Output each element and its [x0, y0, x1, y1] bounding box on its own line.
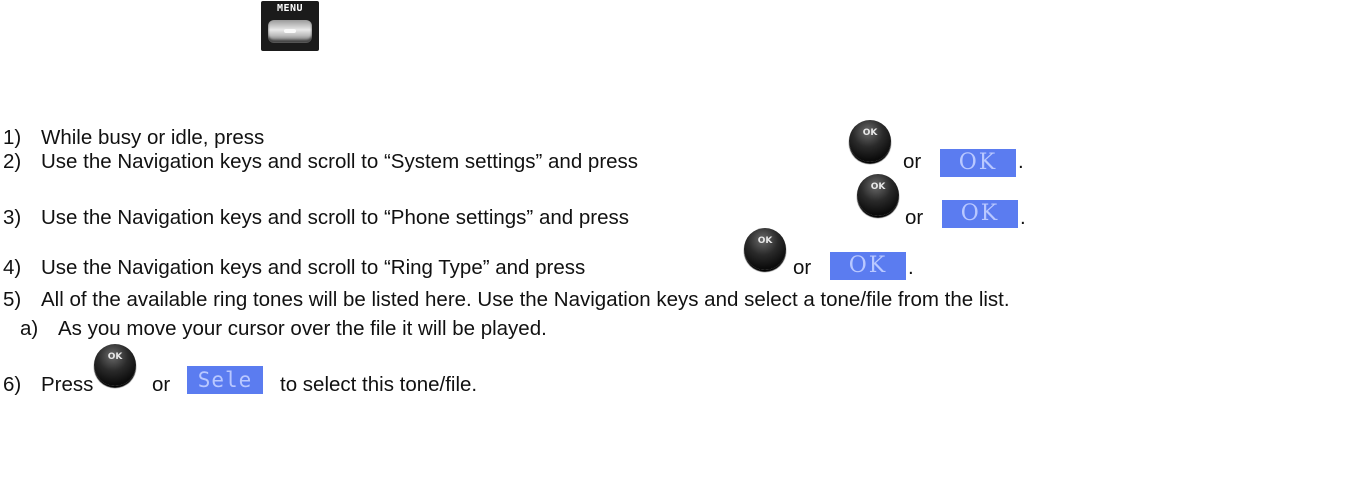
or-text: or — [905, 206, 924, 229]
step-4: 4) Use the Navigation keys and scroll to… — [3, 253, 585, 283]
ok-softkey-icon: OK — [940, 149, 1016, 177]
step-number: 5) — [3, 288, 22, 311]
ok-key-icon: OK — [849, 120, 891, 162]
step-pre-text: Press — [41, 373, 94, 396]
step-2: 2) Use the Navigation keys and scroll to… — [3, 147, 638, 177]
or-text: or — [152, 373, 171, 396]
step-end: . — [1020, 206, 1026, 229]
step-text: Use the Navigation keys and scroll to “R… — [41, 256, 586, 279]
substep-number: a) — [20, 317, 39, 340]
or-text: or — [903, 150, 922, 173]
ok-key-label: OK — [862, 128, 878, 138]
step-end: . — [908, 256, 914, 279]
ok-softkey-icon: OK — [830, 252, 906, 280]
step-end: . — [1018, 150, 1024, 173]
ok-key-label: OK — [870, 182, 886, 192]
step-3: 3) Use the Navigation keys and scroll to… — [3, 203, 629, 233]
menu-key-icon: MENU — [261, 1, 319, 51]
step-number: 6) — [3, 373, 22, 396]
step-number: 2) — [3, 150, 22, 173]
ok-key-icon: OK — [857, 174, 899, 216]
select-softkey-icon: Sele — [187, 366, 263, 394]
ok-key-label: OK — [757, 236, 773, 246]
step-5: 5) All of the available ring tones will … — [3, 285, 1010, 315]
step-text: Use the Navigation keys and scroll to “P… — [41, 206, 629, 229]
step-text: All of the available ring tones will be … — [41, 288, 1010, 311]
step-text: to select this tone/file. — [280, 373, 478, 396]
substep-a: a) As you move your cursor over the file… — [20, 314, 547, 344]
step-6: 6) Press — [3, 370, 93, 400]
step-text: Use the Navigation keys and scroll to “S… — [41, 150, 639, 173]
ok-key-icon: OK — [744, 228, 786, 270]
ok-key-label: OK — [107, 352, 123, 362]
step-number: 3) — [3, 206, 22, 229]
menu-button-icon — [268, 20, 312, 42]
ok-softkey-icon: OK — [942, 200, 1018, 228]
ok-key-icon: OK — [94, 344, 136, 386]
or-text: or — [793, 256, 812, 279]
substep-text: As you move your cursor over the file it… — [58, 317, 547, 340]
step-number: 4) — [3, 256, 22, 279]
menu-key-label: MENU — [276, 3, 304, 14]
